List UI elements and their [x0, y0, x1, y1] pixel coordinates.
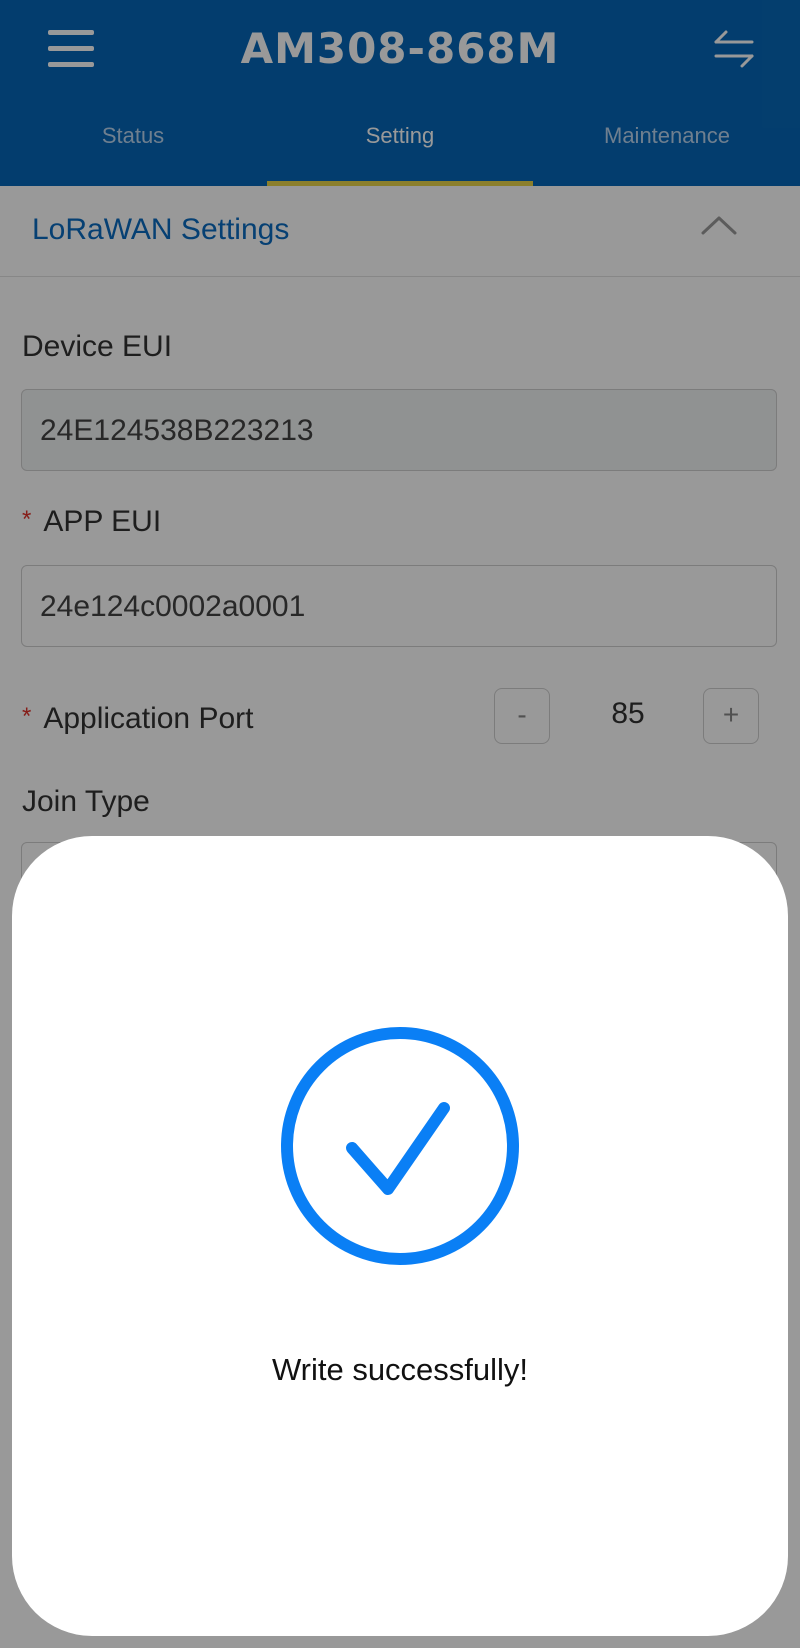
checkmark-circle-icon	[281, 1027, 519, 1265]
success-message: Write successfully!	[271, 1352, 529, 1387]
success-dialog: Write successfully!	[12, 836, 788, 1636]
